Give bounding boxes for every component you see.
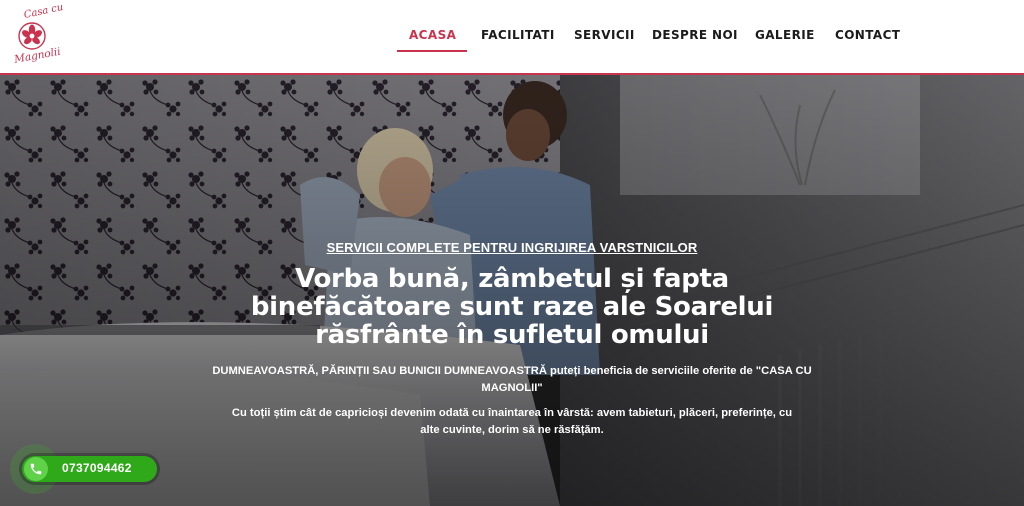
site-logo[interactable]: Casa cu Magnolii <box>10 2 66 68</box>
svg-text:Magnolii: Magnolii <box>12 46 61 66</box>
hero-title-line: Vorba bună, zâmbetul și fapta <box>295 264 729 294</box>
nav-contact[interactable]: CONTACT <box>835 28 900 46</box>
nav-servicii[interactable]: SERVICII <box>574 28 635 46</box>
hero-title-line: binefăcătoare sunt raze ale Soarelui <box>250 292 774 322</box>
svg-text:Casa cu: Casa cu <box>23 4 64 21</box>
nav-despre-noi[interactable]: DESPRE NOI <box>652 28 738 46</box>
magnolia-logo-icon: Casa cu Magnolii <box>12 2 64 66</box>
call-phone-button[interactable]: 0737094462 <box>22 456 157 482</box>
hero-paragraph-intro: DUMNEAVOASTRĂ, PĂRINȚII SAU BUNICII DUMN… <box>212 363 812 397</box>
hero-paragraph-line: Cu toții știm cât de capricioși devenim … <box>231 407 793 419</box>
nav-acasa[interactable]: ACASA <box>409 28 456 46</box>
hero-paragraph-line: DUMNEAVOASTRĂ, PĂRINȚII SAU BUNICII DUMN… <box>212 365 812 377</box>
hero-paragraph-description: Cu toții știm cât de capricioși devenim … <box>212 405 812 439</box>
nav-active-indicator <box>397 50 467 52</box>
phone-number: 0737094462 <box>62 461 132 475</box>
hero-title-line: răsfrânte în sufletul omului <box>315 320 709 350</box>
hero-paragraph-line: MAGNOLII" <box>481 382 543 394</box>
nav-facilitati[interactable]: FACILITATI <box>481 28 555 46</box>
nav-galerie[interactable]: GALERIE <box>755 28 815 46</box>
hero-paragraph-line: alte cuvinte, dorim să ne răsfățăm. <box>420 424 604 436</box>
phone-icon <box>24 457 48 481</box>
hero-tagline: SERVICII COMPLETE PENTRU INGRIJIREA VARS… <box>326 240 698 255</box>
hero-title: Vorba bună, zâmbetul și fapta binefăcăto… <box>212 265 812 349</box>
hero-section: SERVICII COMPLETE PENTRU INGRIJIREA VARS… <box>0 75 1024 506</box>
site-header: Casa cu Magnolii ACASA FACILITATI SERVIC… <box>0 0 1024 74</box>
